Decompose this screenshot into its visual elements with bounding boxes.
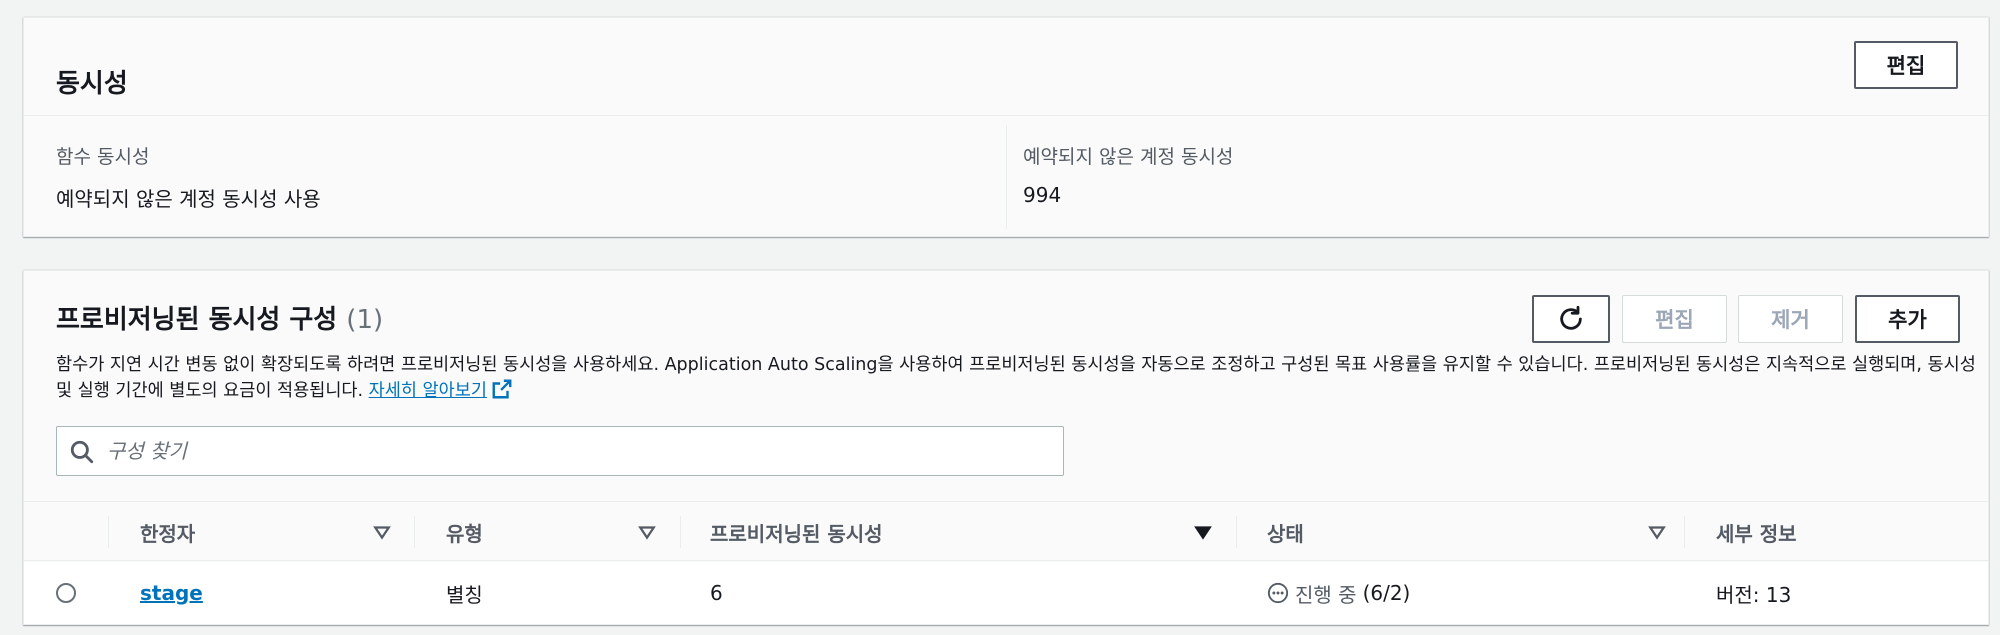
in-progress-icon xyxy=(1267,582,1289,604)
qualifier-cell: stage xyxy=(140,562,203,624)
type-cell: 별칭 xyxy=(446,582,483,607)
learn-more-label: 자세히 알아보기 xyxy=(368,381,487,401)
status-cell: 진행 중 (6/2) xyxy=(1267,562,1410,624)
search-icon xyxy=(70,440,94,464)
status-count: (6/2) xyxy=(1362,581,1411,605)
sort-icon[interactable] xyxy=(1648,523,1666,541)
column-divider xyxy=(1006,125,1007,229)
provisioned-description: 함수가 지연 시간 변동 없이 확장되도록 하려면 프로비저닝된 동시성을 사용… xyxy=(56,352,1986,404)
refresh-button[interactable] xyxy=(1532,295,1610,343)
unreserved-concurrency-value: 994 xyxy=(1023,183,1062,207)
provisioned-concurrency-panel: 프로비저닝된 동시성 구성 (1) 편집 제거 추가 함수가 지연 시간 변동 … xyxy=(23,270,1989,625)
refresh-icon xyxy=(1560,305,1582,330)
qualifier-link[interactable]: stage xyxy=(140,581,203,605)
table-row[interactable]: stage 별칭 6 진행 중 (6/2) 버전: 13 xyxy=(24,562,1988,624)
row-select-radio[interactable] xyxy=(56,583,76,603)
concurrency-title: 동시성 xyxy=(56,69,128,99)
learn-more-link[interactable]: 자세히 알아보기 xyxy=(369,381,487,401)
remove-button[interactable]: 제거 xyxy=(1738,295,1843,343)
description-text: 함수가 지연 시간 변동 없이 확장되도록 하려면 프로비저닝된 동시성을 사용… xyxy=(56,355,1976,401)
details-cell: 버전: 13 xyxy=(1716,582,1792,607)
edit-provisioned-button[interactable]: 편집 xyxy=(1622,295,1727,343)
function-concurrency-value: 예약되지 않은 계정 동시성 사용 xyxy=(56,187,321,211)
add-button[interactable]: 추가 xyxy=(1855,295,1960,343)
sort-icon[interactable] xyxy=(638,523,656,541)
sort-icon[interactable] xyxy=(373,523,391,541)
provisioned-count: (1) xyxy=(346,305,384,335)
external-link-icon xyxy=(492,379,512,399)
column-separator xyxy=(414,516,415,548)
search-input[interactable] xyxy=(107,433,1047,469)
provisioned-concurrency-cell: 6 xyxy=(710,581,723,605)
concurrency-header: 동시성 편집 xyxy=(24,18,1988,116)
function-concurrency-label: 함수 동시성 xyxy=(56,146,150,168)
unreserved-concurrency-field: 예약되지 않은 계정 동시성 994 xyxy=(1023,142,1233,207)
sort-active-icon[interactable] xyxy=(1194,523,1212,541)
column-header-type[interactable]: 유형 xyxy=(446,502,483,562)
concurrency-panel: 동시성 편집 함수 동시성 예약되지 않은 계정 동시성 사용 예약되지 않은 … xyxy=(23,17,1989,237)
edit-concurrency-button[interactable]: 편집 xyxy=(1854,41,1958,89)
column-separator xyxy=(1236,516,1237,548)
provisioned-concurrency-title: 프로비저닝된 동시성 구성 (1) xyxy=(56,299,383,336)
column-header-qualifier[interactable]: 한정자 xyxy=(140,502,195,562)
column-separator xyxy=(108,516,109,548)
provisioned-title-text: 프로비저닝된 동시성 구성 xyxy=(56,305,338,335)
column-header-status[interactable]: 상태 xyxy=(1267,502,1304,562)
function-concurrency-field: 함수 동시성 예약되지 않은 계정 동시성 사용 xyxy=(56,142,321,212)
column-separator xyxy=(1684,516,1685,548)
column-header-details: 세부 정보 xyxy=(1716,521,1797,546)
unreserved-concurrency-label: 예약되지 않은 계정 동시성 xyxy=(1023,146,1234,168)
status-label: 진행 중 xyxy=(1295,582,1357,607)
table-header: 한정자 유형 프로비저닝된 동시성 상태 세부 정보 xyxy=(24,501,1988,561)
column-separator xyxy=(680,516,681,548)
search-field[interactable] xyxy=(56,426,1064,476)
column-header-provisioned-concurrency[interactable]: 프로비저닝된 동시성 xyxy=(710,502,883,562)
